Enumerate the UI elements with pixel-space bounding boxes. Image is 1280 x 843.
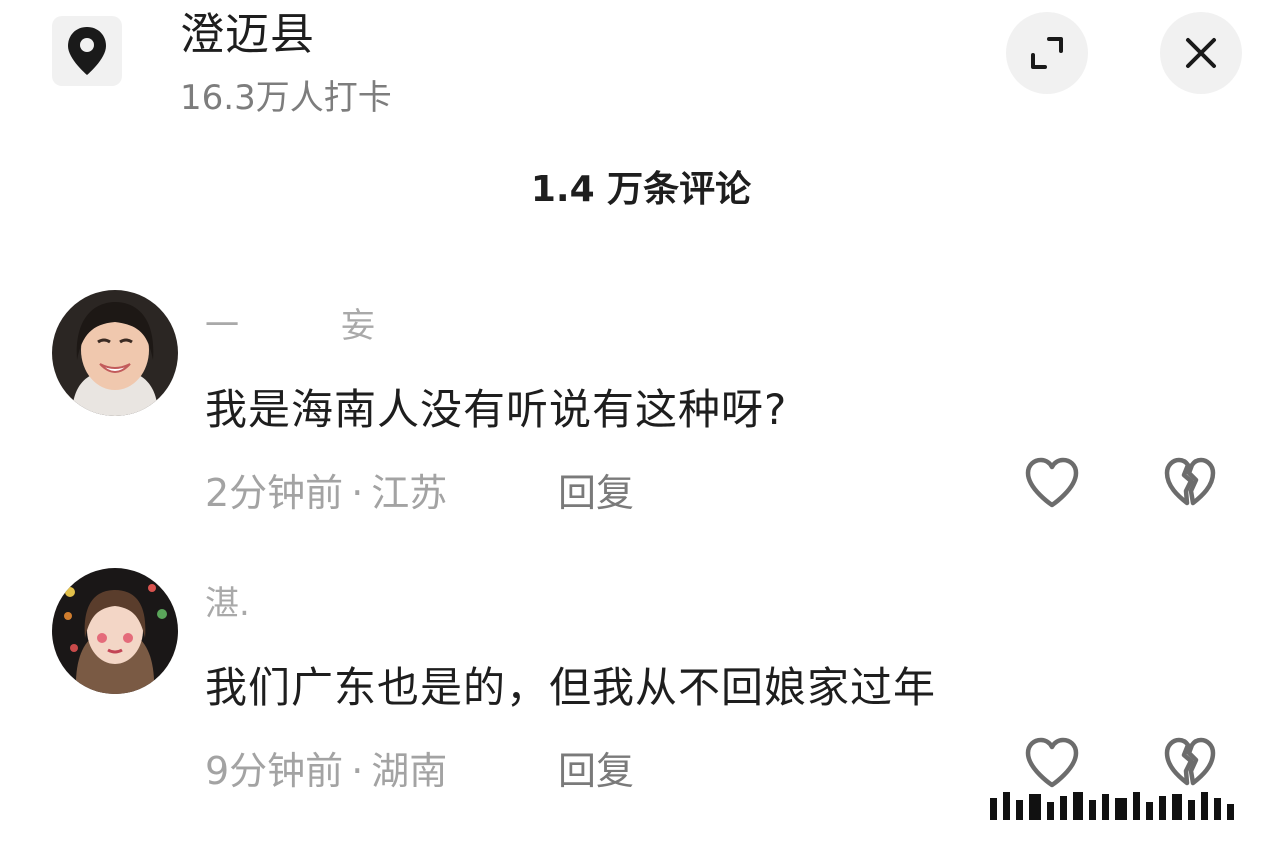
watermark (990, 790, 1260, 820)
reply-button[interactable]: 回复 (558, 740, 634, 795)
user-avatar-image (52, 568, 178, 694)
expand-icon (1031, 37, 1063, 69)
comment-username[interactable]: 一 妄 (205, 298, 375, 347)
dislike-button[interactable] (1160, 453, 1220, 513)
avatar[interactable] (52, 568, 178, 694)
location-title[interactable]: 澄迈县 (180, 0, 315, 62)
checkin-count: 16.3万人打卡 (180, 78, 392, 118)
comment-time: 2分钟前 (205, 471, 344, 515)
heart-icon (1025, 457, 1079, 508)
comment-count-title: 1.4 万条评论 (530, 169, 752, 210)
comment-meta: 9分钟前 · 湖南 (205, 740, 447, 795)
like-button[interactable] (1022, 733, 1082, 793)
close-button[interactable] (1160, 12, 1242, 94)
comment-region: 湖南 (371, 749, 448, 793)
close-icon (1186, 38, 1216, 68)
avatar[interactable] (52, 290, 178, 416)
comment-time: 9分钟前 (205, 749, 344, 793)
location-badge[interactable] (52, 16, 122, 86)
comment-panel: 澄迈县 16.3万人打卡 1.4 万条评论 一 妄 我是海南人没有听说有这种呀?… (0, 0, 1280, 843)
heart-icon (1025, 737, 1079, 788)
expand-button[interactable] (1006, 12, 1088, 94)
comment-text: 我们广东也是的，但我从不回娘家过年 (205, 663, 937, 712)
dislike-button[interactable] (1160, 733, 1220, 793)
map-pin-icon (68, 27, 106, 75)
reply-button[interactable]: 回复 (558, 462, 634, 517)
broken-heart-icon (1164, 737, 1216, 786)
like-button[interactable] (1022, 453, 1082, 513)
comment-region: 江苏 (371, 471, 448, 515)
comment-username[interactable]: 湛. (205, 576, 250, 625)
meta-separator: · (351, 749, 364, 793)
broken-heart-icon (1164, 457, 1216, 506)
user-avatar-image (52, 290, 178, 416)
comment-text: 我是海南人没有听说有这种呀? (205, 385, 788, 434)
comment-meta: 2分钟前 · 江苏 (205, 462, 447, 517)
meta-separator: · (351, 471, 364, 515)
